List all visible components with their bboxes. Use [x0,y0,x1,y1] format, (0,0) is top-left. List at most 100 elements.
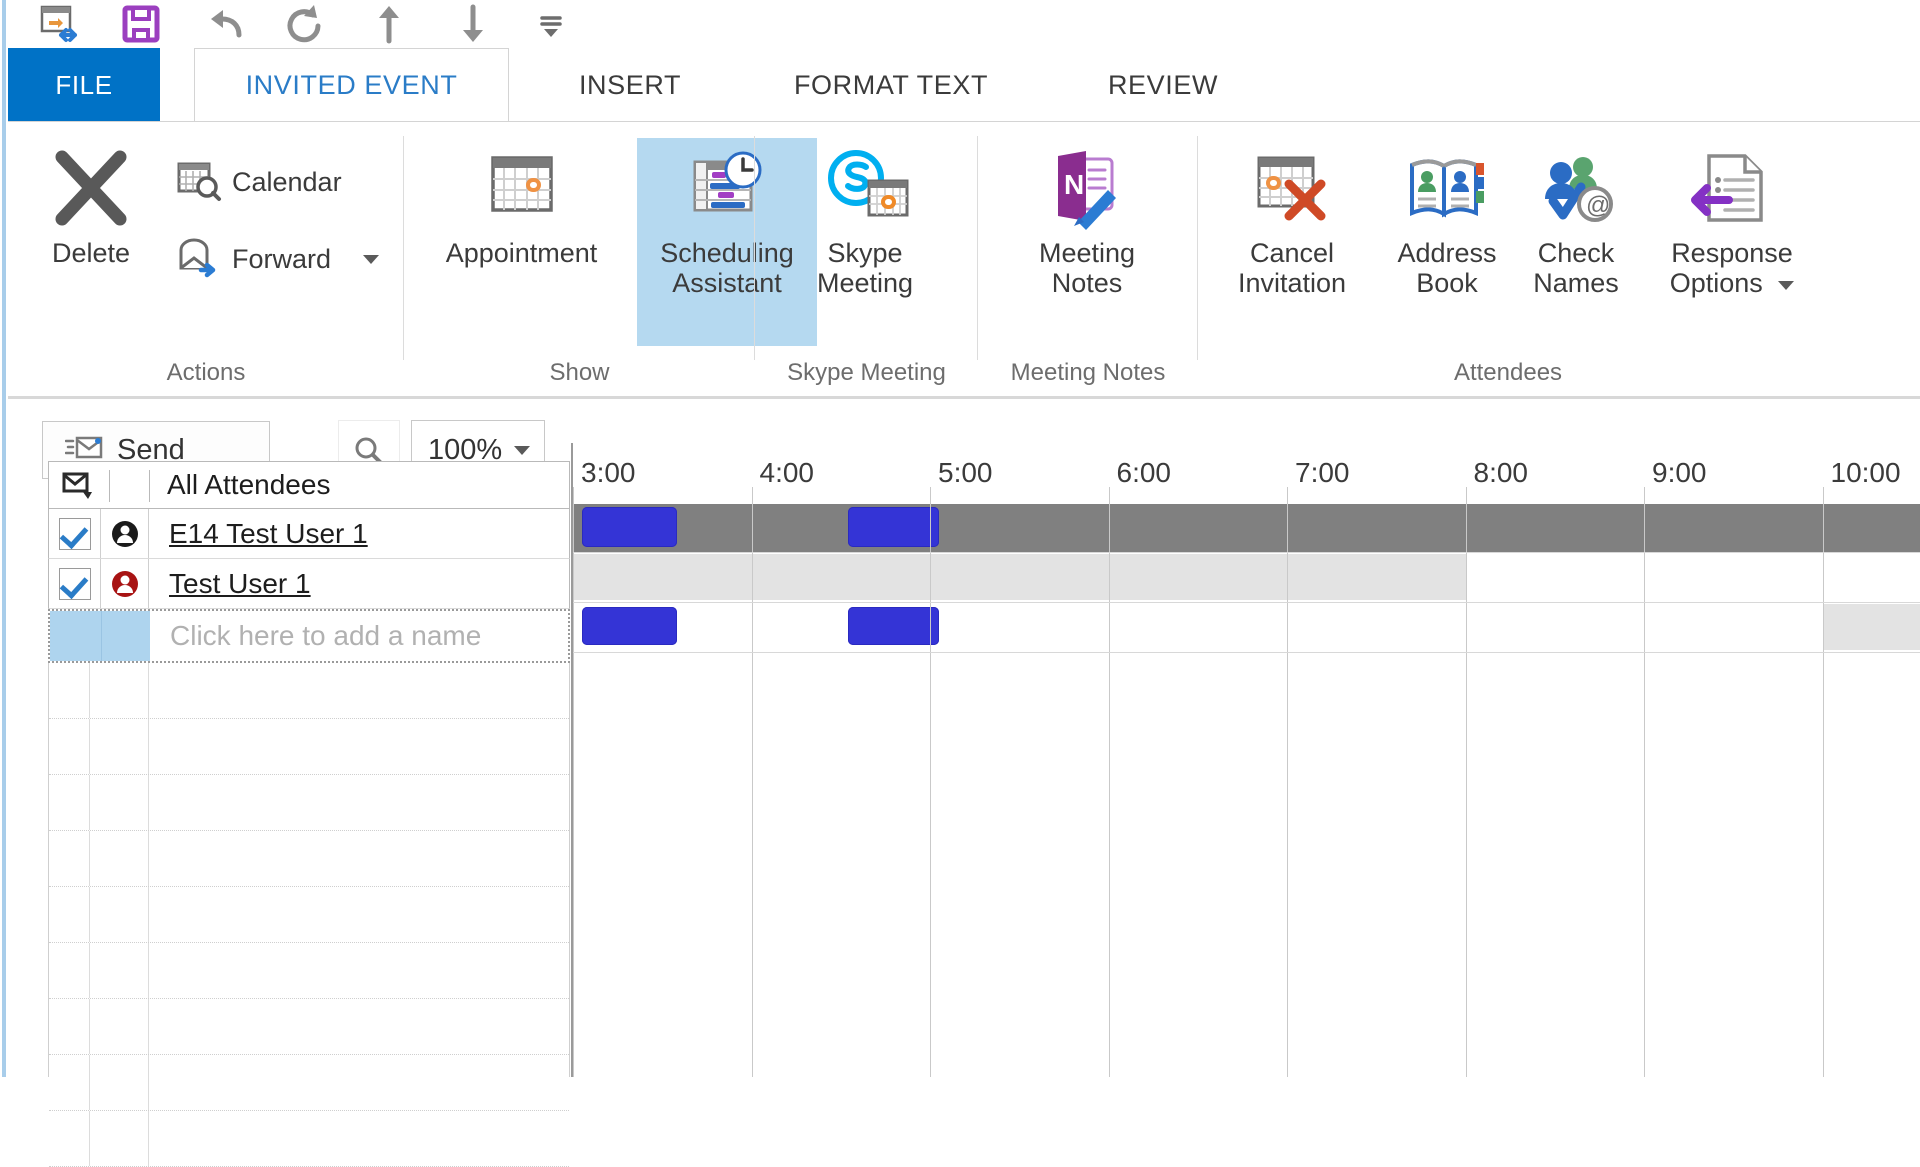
ribbon-tabs: FILE INVITED EVENT INSERT FORMAT TEXT RE… [8,48,1920,122]
column-divider [89,831,90,886]
attendee-row-test-user-1[interactable]: Test User 1 [48,559,570,609]
attendee-empty-row[interactable] [49,831,569,887]
next-item-icon[interactable] [442,1,504,47]
previous-item-icon[interactable] [358,1,420,47]
meeting-notes-button[interactable]: N Meeting Notes [988,138,1186,298]
calendar-search-icon [176,158,222,207]
ribbon-group-attendees: Cancel Invitation [1198,122,1920,399]
column-divider [148,999,149,1054]
column-divider [148,887,149,942]
attendee-row-e14-test-user-1[interactable]: E14 Test User 1 [48,509,570,559]
attendee-empty-row[interactable] [49,999,569,1055]
forward-button[interactable]: Forward [176,236,379,283]
add-attendee-placeholder: Click here to add a name [170,620,481,652]
tab-format-text[interactable]: FORMAT TEXT [746,48,1036,122]
tab-file[interactable]: FILE [8,48,160,122]
response-options-icon [1687,138,1777,238]
response-options-caret-icon[interactable] [1778,281,1794,290]
skype-meeting-button[interactable]: Skype Meeting [765,138,965,298]
ribbon-group-label-meeting-notes: Meeting Notes [978,359,1198,387]
busy-block[interactable] [848,607,939,645]
time-label: 6:00 [1117,457,1172,489]
attendee-empty-row[interactable] [49,943,569,999]
column-divider [89,887,90,942]
delete-button[interactable]: Delete [16,138,166,268]
column-divider [89,1055,90,1110]
schedule-row-all-attendees[interactable] [573,504,1920,552]
attendee-empty-row[interactable] [49,887,569,943]
free-time-band [573,554,1466,600]
onenote-icon: N [1044,138,1130,238]
customize-quick-access-toolbar-icon[interactable] [520,1,582,47]
column-divider [89,1111,90,1166]
time-label: 5:00 [938,457,993,489]
cancel-invitation-icon [1249,138,1335,238]
quick-access-toolbar [8,0,1920,48]
ribbon-group-label-attendees: Attendees [1198,359,1818,387]
calendar-icon [480,138,564,238]
column-divider [89,719,90,774]
busy-block[interactable] [582,507,677,547]
header-divider [149,470,150,502]
time-tick [1466,487,1467,504]
attendee-empty-row[interactable] [49,663,569,719]
attendee-empty-row[interactable] [49,1111,569,1167]
column-divider [148,1111,149,1166]
hour-gridline [1823,504,1824,1077]
address-book-button[interactable]: Address Book [1384,138,1510,298]
hour-gridline [1287,504,1288,1077]
attendee-checkbox[interactable] [49,509,101,558]
calendar-button[interactable]: Calendar [176,158,342,207]
save-icon[interactable] [110,1,172,47]
ribbon-group-label-actions: Actions [8,359,404,387]
attendee-empty-rows [48,663,570,1077]
calendar-label: Calendar [232,167,342,198]
attendee-empty-row[interactable] [49,775,569,831]
check-names-button[interactable]: @ Check Names [1516,138,1636,298]
move-to-folder-icon[interactable] [30,1,92,47]
add-attendee-row[interactable]: Click here to add a name [48,609,570,663]
time-label: 4:00 [760,457,815,489]
time-tick [1823,487,1824,504]
column-divider [148,1055,149,1110]
attendee-empty-row[interactable] [49,1055,569,1111]
ribbon-group-show: Appointment [404,122,755,399]
appointment-button[interactable]: Appointment [414,138,629,268]
column-divider [89,775,90,830]
redo-icon[interactable] [274,1,336,47]
time-tick [1109,487,1110,504]
attendee-name-cell[interactable]: Test User 1 [149,559,569,608]
tab-insert[interactable]: INSERT [535,48,725,122]
row-separator [573,552,1920,553]
attendee-empty-row[interactable] [49,719,569,775]
sort-attendees-icon[interactable] [49,462,107,508]
appointment-label: Appointment [446,238,598,268]
svg-text:N: N [1064,169,1084,200]
attendee-table: All Attendees E14 Test User 1 [48,461,570,1077]
tab-invited-event[interactable]: INVITED EVENT [194,48,509,122]
row-separator [573,652,1920,653]
ribbon-group-label-show: Show [404,359,755,387]
hour-gridline [1109,504,1110,1077]
response-options-button[interactable]: Response Options [1642,138,1822,298]
tab-review[interactable]: REVIEW [1058,48,1268,122]
ribbon-group-actions: Delete Calendar [8,122,404,399]
cancel-invitation-button[interactable]: Cancel Invitation [1206,138,1378,298]
schedule-row-test-user-1[interactable] [573,602,1920,652]
forward-envelope-icon [176,236,222,283]
required-attendee-icon [101,559,149,608]
attendee-table-header: All Attendees [48,461,570,509]
busy-block[interactable] [848,507,939,547]
check-names-label: Check Names [1533,238,1619,298]
forward-caret-icon[interactable] [363,255,379,264]
hour-gridline [1466,504,1467,1077]
attendee-name-cell[interactable]: E14 Test User 1 [149,509,569,558]
attendee-checkbox[interactable] [49,559,101,608]
busy-block[interactable] [582,607,677,645]
ribbon: Delete Calendar [8,121,1920,399]
attendee-name: Test User 1 [169,568,311,600]
undo-icon[interactable] [194,1,256,47]
timeline-header: 3:004:005:006:007:008:009:0010:00 [573,443,1920,505]
delete-x-icon [48,138,134,238]
schedule-row-e14-test-user-1[interactable] [573,552,1920,602]
